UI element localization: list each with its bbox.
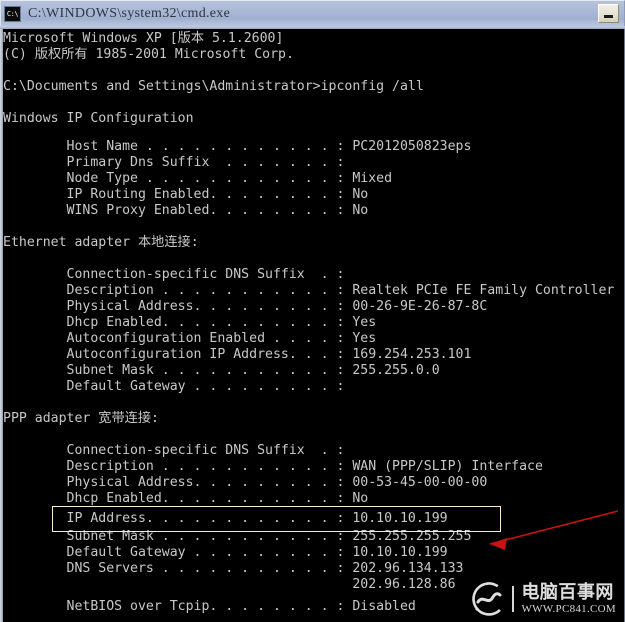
console-line: Windows IP Configuration xyxy=(3,111,194,126)
watermark-site-name: 电脑百事网 xyxy=(521,582,614,603)
watermark-url: WWW.PC841.COM xyxy=(521,603,616,615)
console-line: Node Type . . . . . . . . . . . . : Mixe… xyxy=(3,171,393,186)
console-output[interactable]: Microsoft Windows XP [版本 5.1.2600] (C) 版权… xyxy=(3,29,624,622)
console-line: Description . . . . . . . . . . . : WAN … xyxy=(3,459,543,474)
window-title: C:\WINDOWS\system32\cmd.exe xyxy=(28,5,231,21)
console-line: Subnet Mask . . . . . . . . . . . : 255.… xyxy=(3,529,472,544)
watermark-divider xyxy=(512,586,515,612)
console-line: Dhcp Enabled. . . . . . . . . . . : No xyxy=(3,491,369,506)
console-line: Host Name . . . . . . . . . . . . : PC20… xyxy=(3,139,472,154)
console-line: DNS Servers . . . . . . . . . . . : 202.… xyxy=(3,561,464,576)
minimize-button[interactable] xyxy=(598,4,619,23)
console-line: (C) 版权所有 1985-2001 Microsoft Corp. xyxy=(3,47,294,62)
console-line: WINS Proxy Enabled. . . . . . . . : No xyxy=(3,203,369,218)
console-line: Microsoft Windows XP [版本 5.1.2600] xyxy=(3,31,284,46)
console-line: Dhcp Enabled. . . . . . . . . . . : Yes xyxy=(3,315,377,330)
title-bar[interactable]: C:\ C:\WINDOWS\system32\cmd.exe xyxy=(0,0,625,26)
watermark: 电脑百事网 WWW.PC841.COM xyxy=(472,582,616,616)
console-line: Physical Address. . . . . . . . . : 00-2… xyxy=(3,299,488,314)
console-line: 202.96.128.86 xyxy=(3,577,456,592)
console-line: Primary Dns Suffix . . . . . . . : xyxy=(3,155,345,170)
watermark-text: 电脑百事网 WWW.PC841.COM xyxy=(521,582,616,616)
console-line: Autoconfiguration IP Address. . . : 169.… xyxy=(3,347,472,362)
watermark-logo-icon xyxy=(472,582,507,616)
cmd-icon[interactable]: C:\ xyxy=(4,5,21,22)
console-line: Description . . . . . . . . . . . : Real… xyxy=(3,283,615,298)
console-line: Default Gateway . . . . . . . . . : 10.1… xyxy=(3,545,448,560)
console-line: Default Gateway . . . . . . . . . : xyxy=(3,379,345,394)
console-line: IP Routing Enabled. . . . . . . . : No xyxy=(3,187,369,202)
console-line: NetBIOS over Tcpip. . . . . . . . : Disa… xyxy=(3,599,416,614)
console-line: Physical Address. . . . . . . . . : 00-5… xyxy=(3,475,488,490)
console-line: C:\Documents and Settings\Administrator>… xyxy=(3,79,424,94)
console-line: Connection-specific DNS Suffix . : xyxy=(3,443,345,458)
console-line: PPP adapter 宽带连接: xyxy=(3,411,159,426)
console-line: Subnet Mask . . . . . . . . . . . : 255.… xyxy=(3,363,440,378)
console-line: IP Address. . . . . . . . . . . . : 10.1… xyxy=(3,511,448,526)
minimize-icon xyxy=(604,15,613,18)
console-line: Autoconfiguration Enabled . . . . : Yes xyxy=(3,331,377,346)
cmd-window: C:\ C:\WINDOWS\system32\cmd.exe Microsof… xyxy=(0,0,625,622)
console-line: Ethernet adapter 本地连接: xyxy=(3,235,199,250)
console-line: Connection-specific DNS Suffix . : xyxy=(3,267,345,282)
